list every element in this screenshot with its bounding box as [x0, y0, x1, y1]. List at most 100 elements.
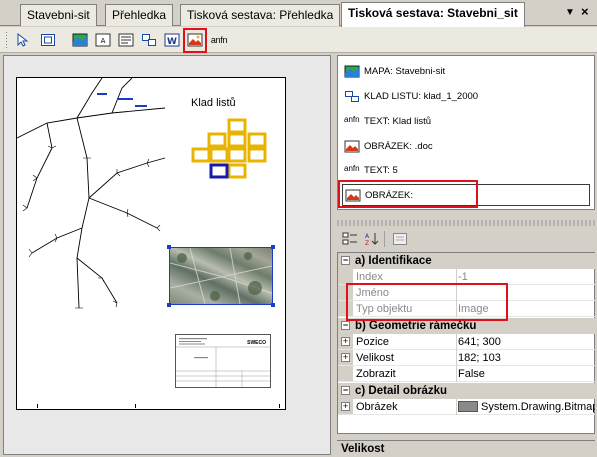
- tab-tiskova-sestava-stavebni-sit[interactable]: Tisková sestava: Stavebni_sit: [341, 2, 525, 27]
- sort-az-icon: AZ: [365, 233, 379, 246]
- property-pages-icon: [393, 233, 407, 245]
- selection-handle[interactable]: [271, 245, 275, 249]
- pointer-tool-button[interactable]: [12, 30, 32, 50]
- image-icon: [345, 189, 361, 201]
- grid-icon: [345, 90, 359, 102]
- category-detail-obrazku[interactable]: − c) Detail obrázku: [338, 383, 595, 399]
- categorized-view-button[interactable]: [340, 229, 360, 249]
- property-value[interactable]: Image: [456, 301, 595, 317]
- property-pages-button[interactable]: [390, 229, 410, 249]
- collapse-icon[interactable]: −: [341, 321, 350, 330]
- tab-stavebni-sit[interactable]: Stavebni-sit: [20, 4, 97, 26]
- object-image-doc[interactable]: OBRÁZEK: .doc: [344, 136, 433, 156]
- insert-abc-text-button[interactable]: A: [93, 30, 113, 50]
- property-name: Index: [356, 271, 383, 283]
- legend-title: Klad listů: [191, 97, 236, 109]
- property-row-pozice[interactable]: + Pozice 641; 300: [338, 334, 595, 350]
- property-row-obrazek[interactable]: + Obrázek System.Drawing.Bitmap: [338, 399, 595, 415]
- expand-icon[interactable]: +: [341, 337, 350, 346]
- insert-image-button[interactable]: [185, 30, 205, 50]
- title-block-lines: [176, 338, 270, 387]
- category-identifikace[interactable]: − a) Identifikace: [338, 253, 595, 269]
- property-name: Jméno: [356, 287, 390, 299]
- collapse-icon[interactable]: −: [341, 256, 350, 265]
- map-icon: [72, 33, 88, 47]
- object-image-selected[interactable]: OBRÁZEK:: [342, 184, 590, 206]
- object-label: OBRÁZEK:: [365, 189, 414, 201]
- category-label: a) Identifikace: [355, 255, 432, 267]
- category-label: c) Detail obrázku: [355, 385, 448, 397]
- object-sheet-index[interactable]: KLAD LISTU: klad_1_2000: [344, 86, 478, 106]
- collapse-icon[interactable]: −: [341, 386, 350, 395]
- categorized-icon: [342, 232, 357, 245]
- svg-text:W: W: [167, 37, 177, 47]
- text-box-icon: [118, 33, 134, 47]
- object-label: MAPA: Stavebni-sit: [364, 65, 446, 77]
- property-value-text: System.Drawing.Bitmap: [481, 401, 595, 413]
- object-label: TEXT: 5: [364, 164, 398, 176]
- anfn-text-icon: anfn: [344, 163, 360, 173]
- property-row-zobrazit[interactable]: Zobrazit False: [338, 366, 595, 382]
- selection-handle[interactable]: [167, 303, 171, 307]
- object-text-5[interactable]: anfn TEXT: 5: [344, 160, 398, 180]
- insert-word-button[interactable]: W: [162, 30, 182, 50]
- close-tab-icon[interactable]: ×: [581, 4, 589, 19]
- network-map-drawing[interactable]: [17, 78, 167, 318]
- object-label: TEXT: Klad listů: [364, 115, 432, 127]
- sheet-index-legend[interactable]: [191, 118, 267, 182]
- selection-handle[interactable]: [167, 245, 171, 249]
- image-icon: [344, 140, 360, 152]
- property-name: Velikost: [356, 352, 394, 364]
- word-icon: W: [164, 33, 180, 47]
- insert-text-box-button[interactable]: [116, 30, 136, 50]
- tab-prehledka[interactable]: Přehledka: [105, 4, 174, 26]
- property-row-velikost[interactable]: + Velikost 182; 103: [338, 350, 595, 366]
- property-grid-toolbar: AZ: [337, 228, 595, 250]
- bitmap-swatch-icon: [458, 401, 478, 412]
- document-tab-bar: Stavebni-sit Přehledka Tisková sestava: …: [0, 0, 597, 27]
- page-margin-tick: [135, 404, 136, 408]
- property-description-bar: Velikost: [337, 440, 595, 457]
- category-label: b) Geometrie rámečku: [355, 320, 477, 332]
- expand-icon[interactable]: +: [341, 353, 350, 362]
- selected-image-frame[interactable]: [167, 245, 275, 307]
- pointer-icon: [17, 33, 29, 47]
- insert-anfn-text-button[interactable]: anfn: [207, 30, 231, 50]
- abc-text-icon: A: [95, 33, 111, 47]
- fit-page-icon: [41, 34, 55, 46]
- property-value[interactable]: -1: [456, 269, 595, 285]
- aerial-photo: [170, 248, 272, 304]
- property-value[interactable]: [456, 285, 595, 301]
- property-row-typ-objektu[interactable]: Typ objektu Image: [338, 301, 595, 317]
- tab-tiskova-sestava-prehledka[interactable]: Tisková sestava: Přehledka: [180, 4, 341, 26]
- category-geometrie-ramecku[interactable]: − b) Geometrie rámečku: [338, 318, 595, 334]
- print-page: Klad listů SWECO: [16, 77, 286, 410]
- alphabetical-view-button[interactable]: AZ: [362, 229, 382, 249]
- property-value[interactable]: 182; 103: [456, 350, 595, 366]
- property-value[interactable]: False: [456, 366, 595, 382]
- panel-splitter[interactable]: [337, 220, 595, 226]
- title-block[interactable]: SWECO: [175, 334, 271, 388]
- layout-toolbar: A W anfn: [0, 27, 597, 53]
- property-row-jmeno[interactable]: Jméno: [338, 285, 595, 301]
- property-value[interactable]: 641; 300: [456, 334, 595, 350]
- tab-menu-arrow-icon[interactable]: ▼: [565, 7, 575, 18]
- expand-icon[interactable]: +: [341, 402, 350, 411]
- selection-handle[interactable]: [271, 303, 275, 307]
- insert-map-button[interactable]: [70, 30, 90, 50]
- map-icon: [344, 65, 360, 77]
- property-value[interactable]: System.Drawing.Bitmap: [456, 399, 595, 415]
- page-margin-tick: [16, 80, 17, 84]
- layout-canvas[interactable]: Klad listů SWECO: [3, 55, 331, 455]
- page-margin-tick: [279, 404, 280, 408]
- fit-page-button[interactable]: [38, 30, 58, 50]
- property-name: Obrázek: [356, 401, 398, 413]
- image-icon: [187, 33, 203, 47]
- object-map[interactable]: MAPA: Stavebni-sit: [344, 61, 445, 81]
- property-row-index[interactable]: Index -1: [338, 269, 595, 285]
- object-text-legend[interactable]: anfn TEXT: Klad listů: [344, 111, 431, 131]
- property-name: Zobrazit: [356, 368, 396, 380]
- insert-grid-button[interactable]: [139, 30, 159, 50]
- svg-text:A: A: [101, 37, 106, 45]
- anfn-text-icon: anfn: [210, 35, 228, 45]
